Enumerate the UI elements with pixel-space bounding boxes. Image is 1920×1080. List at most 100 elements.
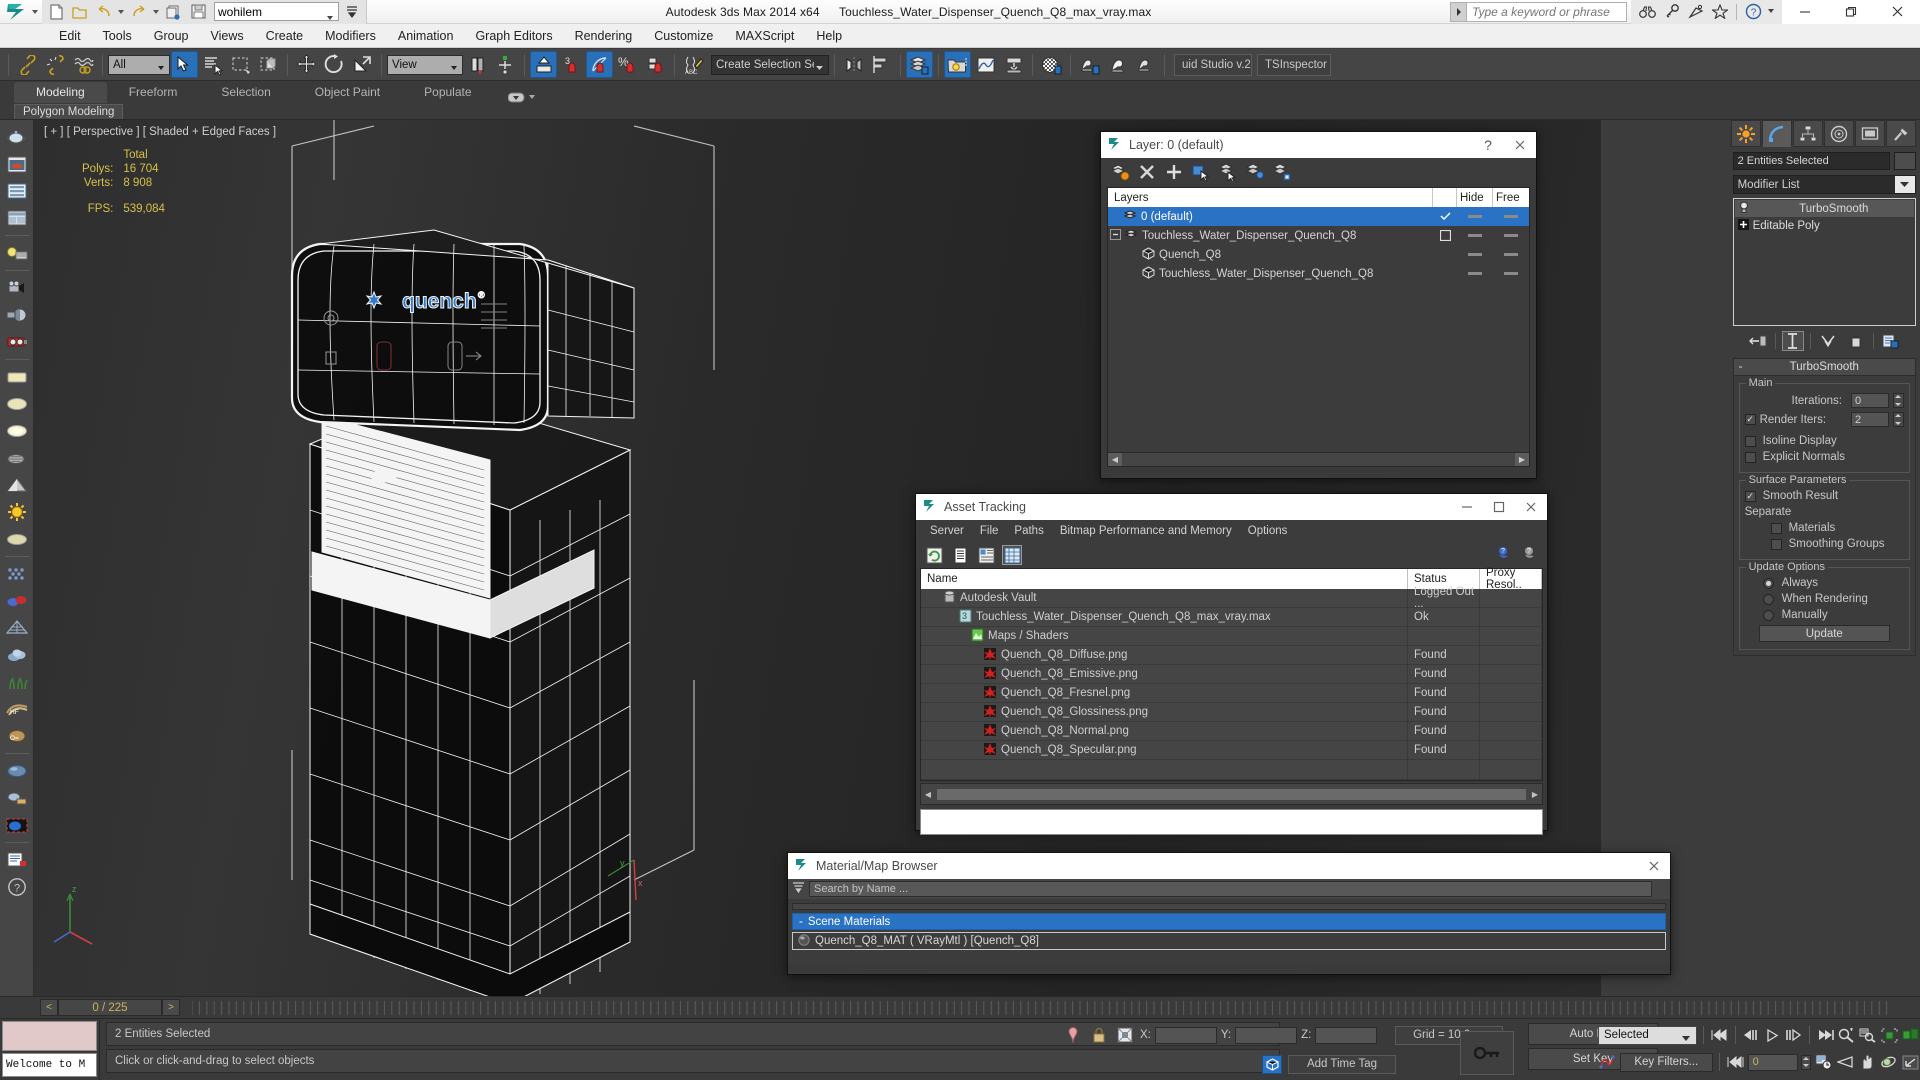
menu-item-group[interactable]: Group xyxy=(143,26,200,46)
zoom-all-icon[interactable] xyxy=(1859,1025,1877,1046)
selection-filter-combo[interactable]: All xyxy=(108,55,170,75)
ribbon-tab-freeform[interactable]: Freeform xyxy=(107,82,200,103)
mmb-material-item[interactable]: Quench_Q8_MAT ( VRayMtl ) [Quench_Q8] xyxy=(792,932,1666,950)
asset-row-maps-shaders[interactable]: Maps / Shaders xyxy=(921,627,1542,646)
add-selection-icon[interactable] xyxy=(1163,161,1185,183)
render-iters-field[interactable]: 2 xyxy=(1851,412,1889,427)
menu-item-rendering[interactable]: Rendering xyxy=(564,26,644,46)
asset-close-button[interactable] xyxy=(1515,494,1547,520)
select-object-icon[interactable] xyxy=(171,51,198,78)
render-frame-icon[interactable] xyxy=(3,151,31,177)
snaps-toggle-icon[interactable] xyxy=(530,51,557,78)
materials-checkbox[interactable] xyxy=(1771,523,1782,534)
notes-icon[interactable] xyxy=(3,847,31,873)
metaball-icon[interactable] xyxy=(3,588,31,614)
pan-view-icon[interactable] xyxy=(1858,1052,1877,1073)
camera-target-icon[interactable] xyxy=(3,302,31,328)
new-file-icon[interactable] xyxy=(45,2,67,22)
help-blue-icon[interactable]: ? xyxy=(1493,545,1513,565)
ellipse-icon[interactable] xyxy=(3,526,31,552)
layer-row-default[interactable]: 0 (default) xyxy=(1108,207,1529,226)
selection-blue-icon[interactable] xyxy=(3,812,31,838)
mmb-close-button[interactable] xyxy=(1638,853,1670,879)
asset-row-fresnel[interactable]: Quench_Q8_Fresnel.png Found xyxy=(921,684,1542,703)
layer-freeze-toggle[interactable] xyxy=(1493,215,1529,218)
select-and-rotate-icon[interactable] xyxy=(321,51,348,78)
menu-item-customize[interactable]: Customize xyxy=(643,26,724,46)
asset-row-glossiness[interactable]: Quench_Q8_Glossiness.png Found xyxy=(921,703,1542,722)
asset-row-emissive[interactable]: Quench_Q8_Emissive.png Found xyxy=(921,665,1542,684)
asset-column-proxy[interactable]: Proxy Resol.. xyxy=(1480,569,1542,589)
current-frame-field[interactable]: 0 xyxy=(1748,1054,1799,1071)
rollup-collapse-icon[interactable]: - xyxy=(1739,361,1743,373)
motion-tab-icon[interactable] xyxy=(1824,120,1854,147)
layout-panel-icon[interactable] xyxy=(3,205,31,231)
satellite-icon[interactable] xyxy=(1685,2,1706,22)
material-editor-icon[interactable] xyxy=(1038,51,1065,78)
set-key-mode-button[interactable] xyxy=(1460,1031,1514,1075)
plugin-button-tsinspector[interactable]: TSInspector xyxy=(1257,54,1331,76)
iterations-field[interactable]: 0 xyxy=(1851,393,1889,408)
layer-hide-toggle[interactable] xyxy=(1457,272,1493,275)
prev-frame-arrow[interactable]: < xyxy=(40,999,58,1016)
display-tab-icon[interactable] xyxy=(1855,120,1885,147)
angle-snap-count-icon[interactable]: 3 xyxy=(558,51,585,78)
mmb-group-scene-materials[interactable]: - Scene Materials xyxy=(792,913,1666,930)
asset-column-name[interactable]: Name xyxy=(921,569,1408,589)
asset-menu-bitmap-performance[interactable]: Bitmap Performance and Memory xyxy=(1052,523,1240,539)
menu-item-maxscript[interactable]: MAXScript xyxy=(724,26,805,46)
modifier-stack-item-editable-poly[interactable]: Editable Poly xyxy=(1735,217,1914,234)
mirror-icon[interactable] xyxy=(840,51,867,78)
manually-radio[interactable] xyxy=(1763,610,1774,621)
update-button[interactable]: Update xyxy=(1759,625,1890,642)
scroll-right-icon[interactable]: ▶ xyxy=(1515,453,1529,466)
open-file-icon[interactable] xyxy=(69,2,91,22)
plugin-button-studio[interactable]: uid Studio v.2. xyxy=(1174,54,1252,76)
menu-item-create[interactable]: Create xyxy=(255,26,315,46)
asset-row-diffuse[interactable]: Quench_Q8_Diffuse.png Found xyxy=(921,646,1542,665)
chevron-down-icon[interactable] xyxy=(1895,176,1915,193)
layer-hide-toggle[interactable] xyxy=(1457,234,1493,237)
isoline-display-checkbox[interactable] xyxy=(1745,436,1756,447)
object-color-swatch[interactable] xyxy=(1894,152,1916,170)
smooth-result-checkbox[interactable]: ✓ xyxy=(1745,491,1756,502)
ribbon-panel-polygon-modeling[interactable]: Polygon Modeling xyxy=(14,104,123,119)
light-panel-icon[interactable] xyxy=(3,240,31,266)
layer-manager-icon[interactable] xyxy=(906,51,933,78)
layer-freeze-toggle[interactable] xyxy=(1493,253,1529,256)
y-field[interactable] xyxy=(1235,1027,1297,1044)
ribbon-minimize-control[interactable] xyxy=(508,92,536,103)
modifier-stack[interactable]: TurboSmooth Editable Poly xyxy=(1733,198,1916,326)
scroll-left-icon[interactable]: ◀ xyxy=(921,784,935,804)
minimize-button[interactable] xyxy=(1782,0,1828,24)
menu-item-edit[interactable]: Edit xyxy=(48,26,92,46)
asset-menu-file[interactable]: File xyxy=(972,523,1007,539)
asset-row-vault[interactable]: Autodesk Vault Logged Out ... xyxy=(921,589,1542,608)
redo-dropdown-icon[interactable] xyxy=(152,2,161,22)
search-dropdown-icon[interactable] xyxy=(1450,2,1467,22)
play-animation-icon[interactable] xyxy=(1763,1025,1781,1046)
customize-qat-icon[interactable] xyxy=(341,2,363,22)
camera-icon[interactable] xyxy=(3,275,31,301)
sphere-icon[interactable] xyxy=(3,758,31,784)
select-by-name-icon[interactable] xyxy=(199,51,226,78)
asset-maximize-button[interactable] xyxy=(1483,494,1515,520)
zoom-extents-all-icon[interactable] xyxy=(1902,1025,1920,1046)
cone-gradient-icon[interactable] xyxy=(3,472,31,498)
pin-icon[interactable] xyxy=(1062,1025,1084,1045)
spinner-snap-toggle-icon[interactable] xyxy=(642,51,669,78)
lock-selection-icon[interactable] xyxy=(1088,1025,1110,1045)
sun-icon[interactable] xyxy=(3,499,31,525)
maxscript-input-pane[interactable]: Welcome to M xyxy=(2,1053,97,1077)
particles-icon[interactable] xyxy=(3,561,31,587)
scroll-left-icon[interactable]: ◀ xyxy=(1108,453,1122,466)
align-icon[interactable] xyxy=(868,51,895,78)
help-dropdown-icon[interactable] xyxy=(1767,2,1776,22)
cloud-icon[interactable] xyxy=(3,642,31,668)
asset-row-normal[interactable]: Quench_Q8_Normal.png Found xyxy=(921,722,1542,741)
asset-menu-server[interactable]: Server xyxy=(922,523,972,539)
star-icon[interactable] xyxy=(1709,2,1730,22)
pin-stack-icon[interactable] xyxy=(1747,331,1769,351)
show-end-result-icon[interactable] xyxy=(1782,331,1804,351)
ribbon-tab-modeling[interactable]: Modeling xyxy=(14,82,107,103)
